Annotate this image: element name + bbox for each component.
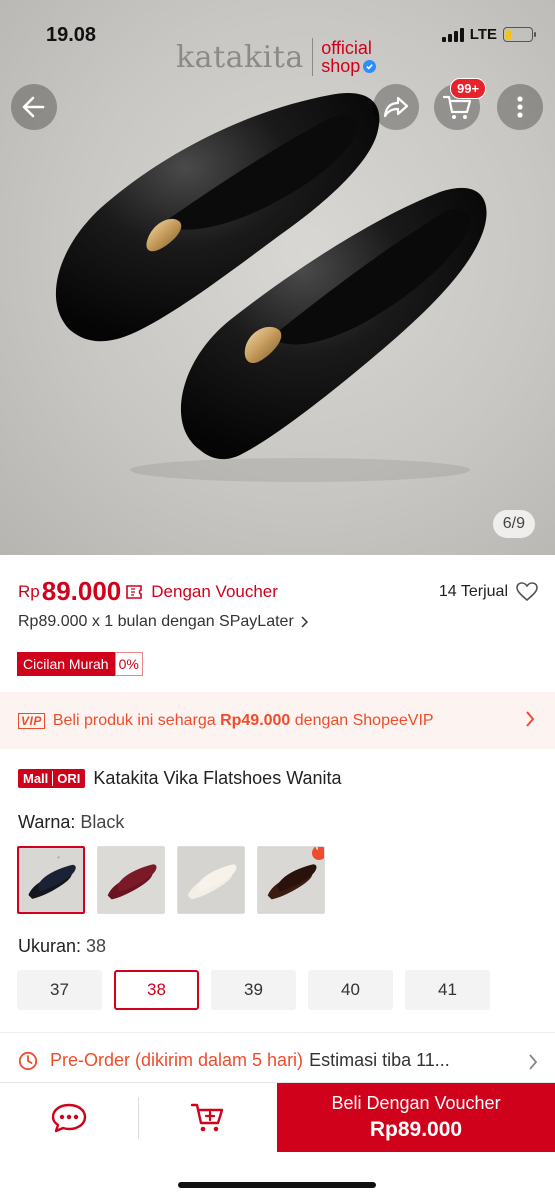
spaylater-row[interactable]: Rp89.000 x 1 bulan dengan SPayLater xyxy=(18,613,538,631)
chat-icon xyxy=(51,1103,87,1132)
cicilan-label: Cicilan Murah xyxy=(17,652,115,676)
clock-icon xyxy=(18,1051,38,1070)
heart-icon[interactable] xyxy=(516,582,538,602)
sold-count: 14 Terjual xyxy=(438,583,508,600)
size-option-40[interactable]: 40 xyxy=(308,970,393,1010)
size-option-37[interactable]: 37 xyxy=(17,970,102,1010)
chevron-right-icon xyxy=(529,1054,538,1070)
buy-label: Beli Dengan Voucher xyxy=(331,1093,501,1113)
color-label: Warna: Black xyxy=(18,812,125,832)
image-counter: 6/9 xyxy=(492,510,535,538)
mall-ori-badge: Mall ORI xyxy=(18,769,86,788)
size-label: Ukuran: 38 xyxy=(18,936,107,956)
more-vertical-icon xyxy=(517,96,523,118)
chevron-right-icon xyxy=(301,616,308,628)
color-option-cream[interactable] xyxy=(177,846,245,914)
bottom-action-bar: Beli Dengan Voucher Rp89.000 xyxy=(0,1082,555,1152)
size-option-38[interactable]: 38 xyxy=(114,970,199,1010)
vip-text: Beli produk ini seharga Rp49.000 dengan … xyxy=(52,711,434,729)
price-section: Rp 89.000 Dengan Voucher 14 Terjual Rp89… xyxy=(18,576,538,631)
delivery-estimate: Estimasi tiba 11... xyxy=(309,1050,450,1070)
cart-badge: 99+ xyxy=(450,78,487,99)
share-button[interactable] xyxy=(373,84,419,130)
size-options: 37 38 39 40 41 xyxy=(17,970,490,1010)
size-option-41[interactable]: 41 xyxy=(405,970,490,1010)
brand-shop-label: shop xyxy=(321,56,361,76)
color-option-black[interactable] xyxy=(17,846,85,914)
buy-price: Rp89.000 xyxy=(369,1118,463,1141)
color-option-maroon[interactable] xyxy=(97,846,165,914)
add-to-cart-icon xyxy=(190,1103,224,1131)
price-value: 89.000 xyxy=(41,576,122,606)
product-image-carousel[interactable]: 19.08 LTE katakita official shop 99+ 6/9 xyxy=(0,0,555,555)
chat-button[interactable] xyxy=(0,1083,138,1152)
voucher-label[interactable]: Dengan Voucher xyxy=(151,582,278,602)
cart-button[interactable]: 99+ xyxy=(434,78,487,130)
battery-icon xyxy=(503,27,536,42)
cicilan-badge: Cicilan Murah 0% xyxy=(17,652,143,676)
add-to-cart-button[interactable] xyxy=(139,1083,277,1152)
brand-official-label: official xyxy=(321,38,372,58)
size-option-39[interactable]: 39 xyxy=(211,970,296,1010)
product-title: Katakita Vika Flatshoes Wanita xyxy=(93,768,342,788)
shopee-vip-banner[interactable]: VIP Beli produk ini seharga Rp49.000 den… xyxy=(0,692,555,749)
fire-icon xyxy=(312,847,324,860)
divider xyxy=(0,1032,555,1033)
product-title-row: Mall ORI Katakita Vika Flatshoes Wanita xyxy=(18,768,342,789)
chevron-right-icon xyxy=(526,711,535,727)
signal-icon xyxy=(441,27,464,42)
voucher-icon xyxy=(126,584,143,599)
brand-logo: katakita official shop xyxy=(176,38,377,76)
cicilan-rate: 0% xyxy=(114,652,143,676)
size-selected: 38 xyxy=(86,936,107,956)
price-currency: Rp xyxy=(18,581,40,601)
preorder-row[interactable]: Pre-Order (dikirim dalam 5 hari) Estimas… xyxy=(18,1050,538,1071)
status-indicators: LTE xyxy=(441,26,536,43)
brand-name: katakita xyxy=(176,39,304,75)
buy-with-voucher-button[interactable]: Beli Dengan Voucher Rp89.000 xyxy=(277,1083,555,1152)
more-options-button[interactable] xyxy=(497,84,543,130)
preorder-label: Pre-Order (dikirim dalam 5 hari) xyxy=(50,1050,304,1070)
color-selected: Black xyxy=(80,812,125,832)
spaylater-text: Rp89.000 x 1 bulan dengan SPayLater xyxy=(18,613,294,630)
back-button[interactable] xyxy=(11,84,57,130)
status-time: 19.08 xyxy=(46,24,97,46)
share-icon xyxy=(383,96,409,118)
network-type: LTE xyxy=(469,26,497,43)
back-arrow-icon xyxy=(22,96,45,118)
color-option-brown[interactable] xyxy=(257,846,325,914)
verified-icon xyxy=(363,59,377,73)
color-options xyxy=(17,846,325,914)
home-indicator xyxy=(178,1182,376,1188)
vip-badge: VIP xyxy=(18,712,45,729)
